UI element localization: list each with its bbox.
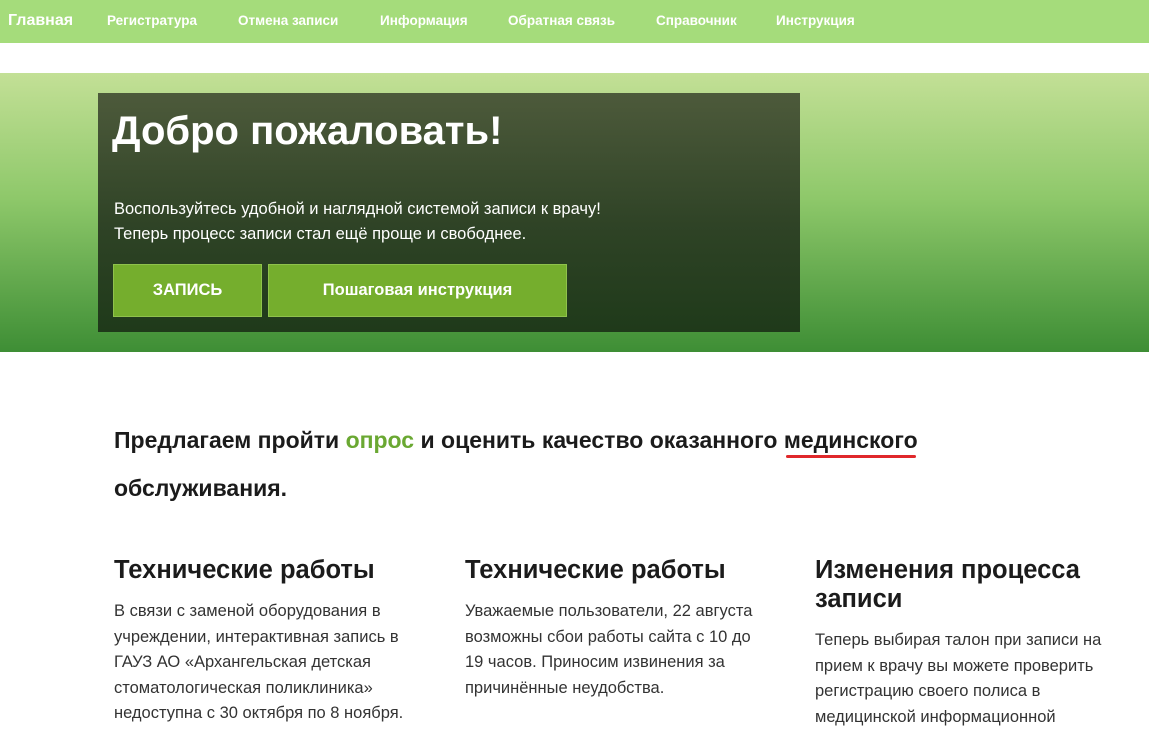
survey-text-middle: и оценить качество оказанного (414, 427, 784, 453)
nav-home-link[interactable]: Главная (8, 0, 73, 43)
news-3-line: прием к врачу вы можете проверить (815, 656, 1094, 675)
news-body-3: Теперь выбирая талон при записи на прием… (815, 628, 1145, 730)
appointment-button[interactable]: ЗАПИСЬ (113, 264, 262, 317)
misspelled-word: мединского (783, 427, 918, 453)
news-title-3: Изменения процесса записи (815, 556, 1080, 614)
news-3-line: медицинской информационной (815, 707, 1056, 726)
nav-cancel-link[interactable]: Отмена записи (238, 0, 338, 43)
news-1-line: ГАУЗ АО «Архангельская детская (114, 653, 371, 671)
news-2-line: 19 часов. Приносим извинения за (465, 653, 725, 671)
nav-directory-link[interactable]: Справочник (656, 0, 737, 43)
welcome-panel: Добро пожаловать! Воспользуйтесь удобной… (98, 93, 800, 332)
news-2-line: причинённые неудобства. (465, 678, 665, 697)
news-3-line: регистрацию своего полиса в (815, 682, 1041, 700)
news-title-1: Технические работы (114, 556, 375, 584)
top-navbar: Главная Регистратура Отмена записи Инфор… (0, 0, 1149, 43)
nav-info-link[interactable]: Информация (380, 0, 468, 43)
welcome-text-line-2: Теперь процесс записи стал ещё проще и с… (114, 225, 527, 243)
news-body-2: Уважаемые пользователи, 22 августа возмо… (465, 599, 805, 701)
survey-text-prefix: Предлагаем пройти (114, 427, 346, 453)
news-3-title-line: Изменения процесса (815, 556, 1080, 584)
news-1-line: В связи с заменой оборудования в (114, 602, 381, 620)
news-title-2: Технические работы (465, 556, 726, 584)
spellcheck-word[interactable]: мединского (784, 416, 918, 464)
nav-instruction-link[interactable]: Инструкция (776, 0, 855, 43)
news-body-1: В связи с заменой оборудования в учрежде… (114, 599, 454, 727)
welcome-title: Добро пожаловать! (112, 109, 503, 153)
welcome-text-line-1: Воспользуйтесь удобной и наглядной систе… (114, 200, 601, 218)
news-2-line: Уважаемые пользователи, 22 августа (465, 602, 753, 620)
step-by-step-guide-button[interactable]: Пошаговая инструкция (268, 264, 567, 317)
hero-banner: Добро пожаловать! Воспользуйтесь удобной… (0, 73, 1149, 352)
nav-registry-link[interactable]: Регистратура (107, 0, 197, 43)
survey-link[interactable]: опрос (346, 427, 415, 453)
survey-text-end: обслуживания. (114, 475, 288, 501)
spellcheck-underline (785, 455, 916, 458)
nav-feedback-link[interactable]: Обратная связь (508, 0, 615, 43)
news-3-title-line: записи (815, 585, 903, 613)
news-1-line: стоматологическая поликлиника» (114, 678, 373, 697)
news-1-line: недоступна с 30 октября по 8 ноября. (114, 704, 404, 722)
news-3-line: Теперь выбирая талон при записи на (815, 631, 1102, 649)
news-2-line: возможны сбои работы сайта с 10 до (465, 627, 751, 646)
survey-invitation: Предлагаем пройти опрос и оценить качест… (114, 416, 1014, 512)
news-1-line: учреждении, интерактивная запись в (114, 627, 399, 646)
